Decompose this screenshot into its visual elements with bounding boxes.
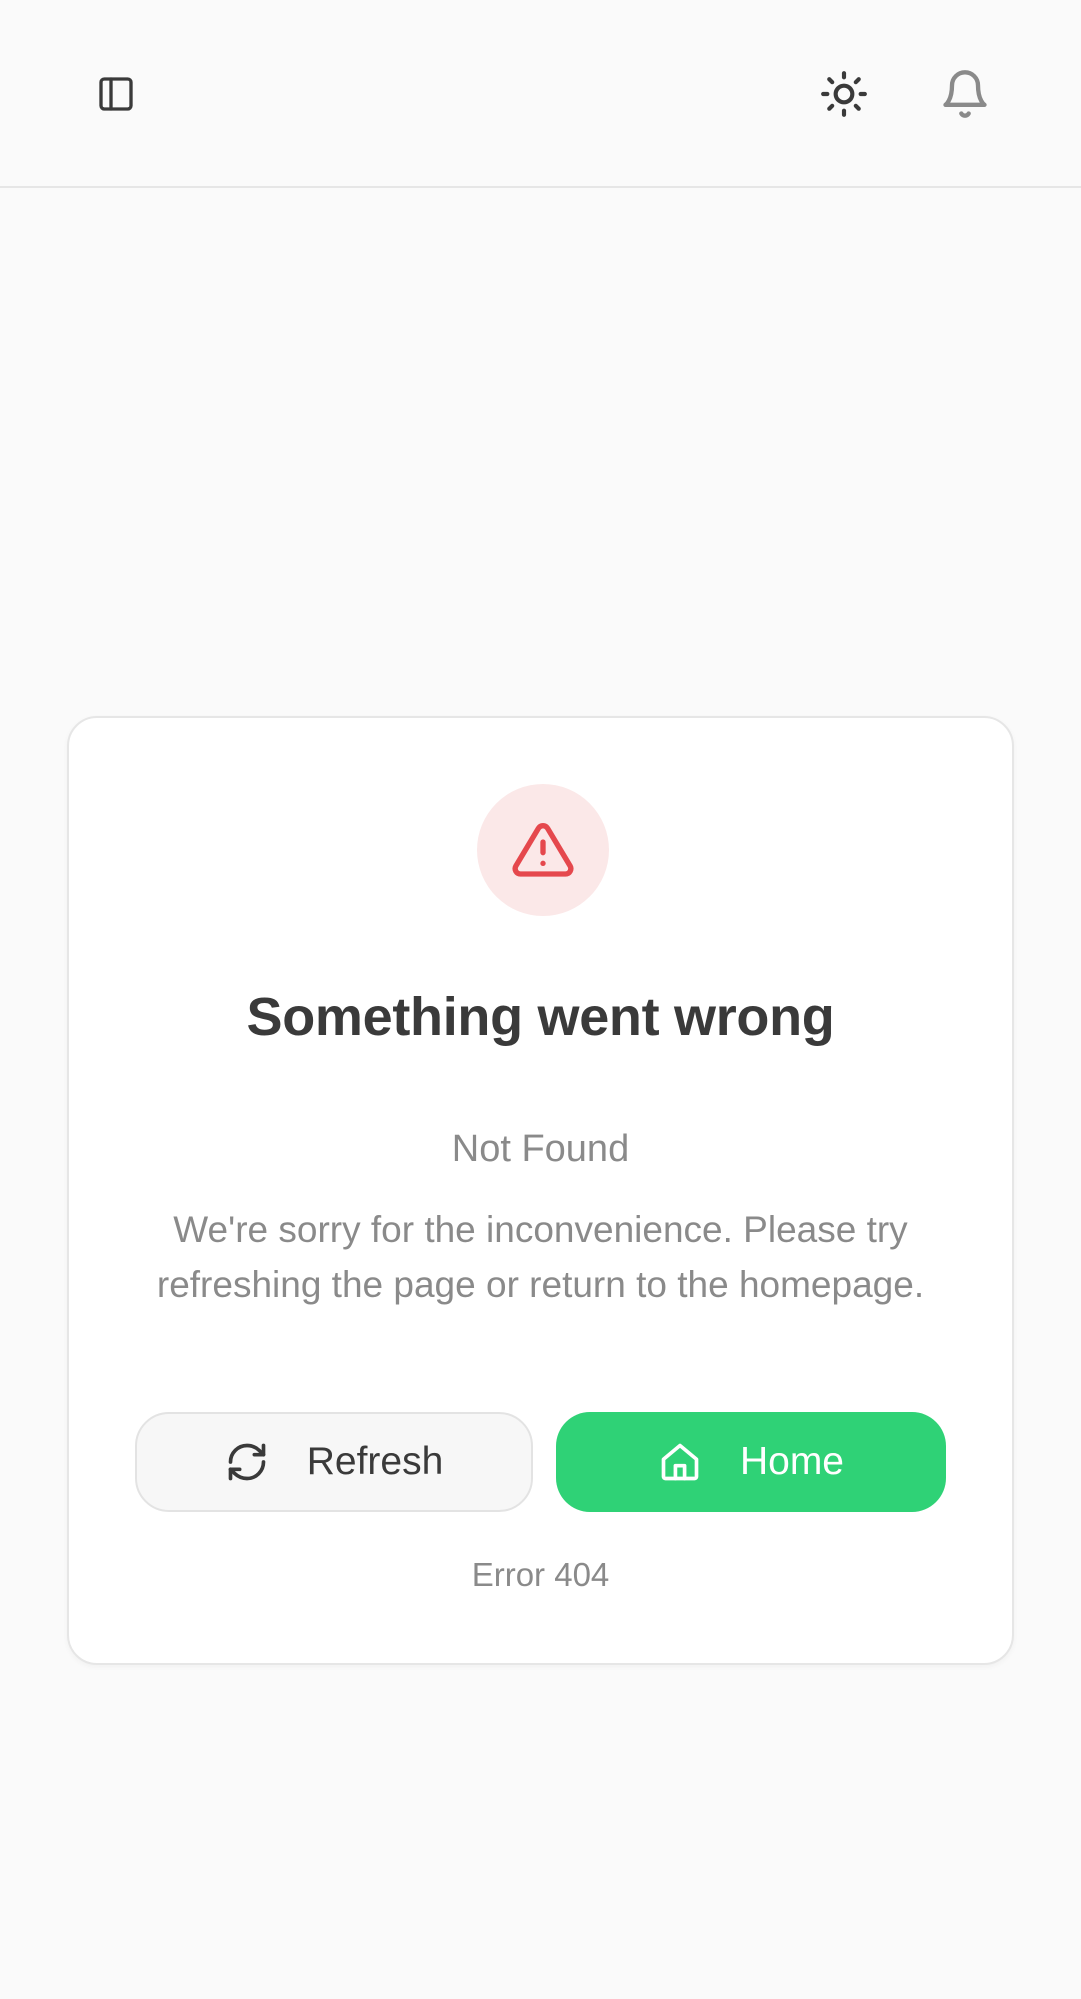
home-button-label: Home — [739, 1440, 845, 1483]
error-message: We're sorry for the inconvenience. Pleas… — [156, 1209, 925, 1305]
error-code: Error 404 — [471, 1556, 610, 1593]
sidebar-panel-icon — [99, 77, 133, 111]
home-button[interactable]: Home — [556, 1412, 946, 1512]
home-icon — [661, 1443, 699, 1481]
alert-badge — [477, 784, 609, 916]
bell-icon — [943, 70, 987, 118]
sun-icon — [821, 71, 867, 117]
alert-triangle-icon — [512, 823, 574, 877]
top-bar — [0, 0, 1081, 188]
refresh-button[interactable]: Refresh — [135, 1412, 533, 1512]
notifications-button[interactable] — [925, 54, 1005, 134]
refresh-icon — [228, 1443, 266, 1481]
error-card: Something went wrong Not Found We're sor… — [67, 716, 1014, 1665]
refresh-button-label: Refresh — [306, 1440, 444, 1483]
sidebar-toggle-button[interactable] — [76, 54, 156, 134]
error-status-text: Not Found — [451, 1128, 630, 1170]
theme-toggle-button[interactable] — [804, 54, 884, 134]
error-title: Something went wrong — [246, 987, 835, 1047]
